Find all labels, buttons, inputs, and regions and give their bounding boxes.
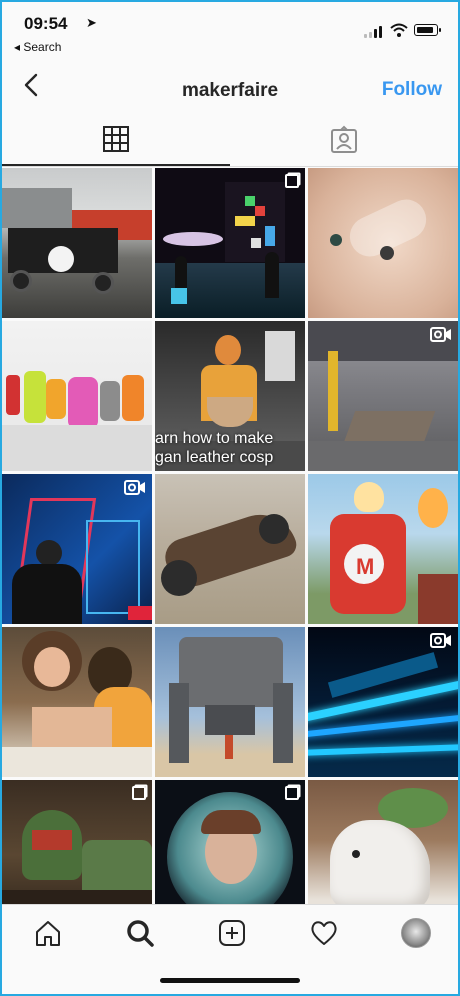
profile-avatar — [401, 918, 431, 948]
status-time: 09:54 — [24, 14, 68, 33]
post-thumbnail[interactable] — [308, 168, 458, 318]
bottom-navigation — [2, 904, 458, 963]
post-thumbnail[interactable] — [155, 627, 305, 777]
phone-frame: 09:54 ➤ ◂ Search makerfaire Follow arn h… — [0, 0, 460, 996]
multi-photo-icon — [132, 786, 146, 800]
back-to-app-link[interactable]: ◂ Search — [14, 40, 61, 54]
post-thumbnail[interactable] — [155, 168, 305, 318]
profile-tabs — [2, 114, 458, 167]
add-icon — [219, 920, 245, 946]
nav-home[interactable] — [32, 917, 64, 949]
signal-icon — [364, 26, 384, 38]
posts-grid: arn how to make gan leather cosp M — [2, 168, 458, 930]
post-thumbnail[interactable] — [155, 474, 305, 624]
home-icon — [36, 921, 60, 946]
battery-icon — [414, 24, 441, 36]
video-icon — [124, 480, 146, 495]
status-bar: 09:54 ➤ ◂ Search — [2, 2, 458, 62]
video-icon — [430, 633, 452, 648]
tab-tagged[interactable] — [230, 114, 458, 166]
nav-search[interactable] — [124, 917, 156, 949]
wifi-icon — [390, 23, 408, 37]
nav-profile[interactable] — [400, 917, 432, 949]
nav-activity[interactable] — [308, 917, 340, 949]
post-thumbnail[interactable] — [308, 321, 458, 471]
post-thumbnail[interactable] — [2, 321, 152, 471]
heart-icon — [311, 921, 337, 945]
follow-button[interactable]: Follow — [382, 79, 442, 101]
search-icon — [127, 920, 154, 947]
video-icon — [430, 327, 452, 342]
post-thumbnail[interactable] — [308, 627, 458, 777]
m-logo-icon: M — [356, 554, 375, 579]
nav-new-post[interactable] — [216, 917, 248, 949]
post-thumbnail[interactable] — [2, 168, 152, 318]
profile-header: makerfaire Follow — [2, 62, 458, 114]
home-indicator — [160, 978, 300, 983]
grid-icon — [103, 126, 129, 152]
post-thumbnail[interactable] — [2, 474, 152, 624]
tagged-icon — [331, 125, 357, 153]
multi-photo-icon — [285, 786, 299, 800]
video-caption: arn how to make gan leather cosp — [155, 430, 274, 466]
post-thumbnail[interactable]: arn how to make gan leather cosp — [155, 321, 305, 471]
multi-photo-icon — [285, 174, 299, 188]
tab-grid[interactable] — [2, 114, 230, 166]
post-thumbnail[interactable]: M — [308, 474, 458, 624]
post-thumbnail[interactable] — [2, 627, 152, 777]
location-arrow-icon: ➤ — [86, 15, 97, 30]
